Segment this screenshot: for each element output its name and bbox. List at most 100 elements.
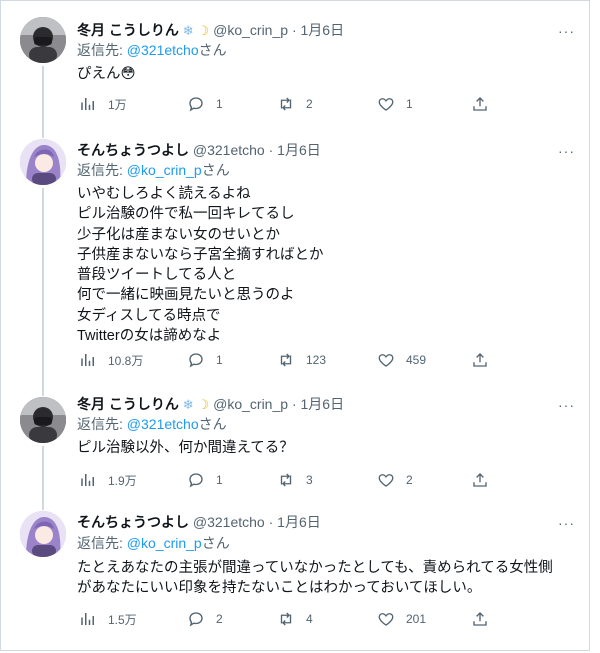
tweet-date[interactable]: 1月6日 bbox=[277, 514, 321, 530]
views-icon bbox=[81, 474, 94, 486]
tweet-header: そんちょうつよし @321etcho · 1月6日 bbox=[77, 514, 321, 530]
tweet-text: ピル治験以外、何か間違えてる？ bbox=[77, 438, 294, 458]
tweet-2[interactable]: そんちょうつよし @321etcho · 1月6日 ··· 返信先: @ko_c… bbox=[1, 122, 589, 382]
reply-mention-link[interactable]: @321etcho bbox=[127, 42, 199, 58]
tweet-line: ぴえん😳 bbox=[77, 66, 136, 82]
tweet-date[interactable]: 1月6日 bbox=[301, 396, 345, 412]
retweet-button[interactable]: 4 bbox=[277, 609, 313, 629]
user-handle[interactable]: @321etcho bbox=[193, 142, 265, 158]
avatar[interactable] bbox=[20, 17, 66, 63]
views-button[interactable]: 1万 bbox=[79, 94, 127, 114]
avatar[interactable] bbox=[20, 139, 66, 185]
tweet-1[interactable]: 冬月 こうしりん ❄ ☽ @ko_crin_p · 1月6日 ··· 返信先: … bbox=[1, 0, 589, 124]
more-options-icon[interactable]: ··· bbox=[558, 398, 575, 412]
thread-line bbox=[42, 122, 44, 138]
retweet-count: 3 bbox=[306, 473, 313, 487]
reply-count: 1 bbox=[216, 353, 223, 367]
tweet-line: Twitterの女は諦めなよ bbox=[77, 328, 222, 345]
tweet-date[interactable]: 1月6日 bbox=[301, 22, 345, 38]
tweet-3[interactable]: 冬月 こうしりん ❄ ☽ @ko_crin_p · 1月6日 ··· 返信先: … bbox=[1, 380, 589, 502]
moon-icon: ☽ bbox=[197, 398, 210, 413]
retweet-count: 2 bbox=[306, 97, 313, 111]
share-icon bbox=[473, 473, 487, 487]
views-icon bbox=[81, 613, 94, 625]
more-options-icon[interactable]: ··· bbox=[558, 24, 575, 38]
tweet-date[interactable]: 1月6日 bbox=[277, 142, 321, 158]
more-options-icon[interactable]: ··· bbox=[558, 144, 575, 158]
reply-button[interactable]: 1 bbox=[187, 94, 223, 114]
tweet-4[interactable]: そんちょうつよし @321etcho · 1月6日 ··· 返信先: @ko_c… bbox=[1, 500, 589, 650]
action-bar: 1.9万 1 3 2 bbox=[79, 470, 499, 490]
share-icon bbox=[473, 612, 487, 626]
display-name[interactable]: そんちょうつよし bbox=[77, 142, 189, 158]
heart-icon bbox=[378, 613, 394, 626]
heart-icon bbox=[378, 98, 394, 111]
tweet-line: 女ディスしてる時点で bbox=[77, 307, 221, 324]
reply-button[interactable]: 1 bbox=[187, 470, 223, 490]
retweet-count: 4 bbox=[306, 612, 313, 626]
reply-button[interactable]: 2 bbox=[187, 609, 223, 629]
avatar[interactable] bbox=[20, 511, 66, 557]
views-button[interactable]: 1.9万 bbox=[79, 470, 137, 490]
reply-mention-link[interactable]: @321etcho bbox=[127, 416, 199, 432]
user-handle[interactable]: @ko_crin_p bbox=[213, 22, 288, 38]
heart-icon bbox=[378, 474, 394, 487]
reply-button[interactable]: 1 bbox=[187, 350, 223, 370]
views-button[interactable]: 1.5万 bbox=[79, 609, 137, 629]
user-handle[interactable]: @321etcho bbox=[193, 514, 265, 530]
views-count: 1万 bbox=[108, 97, 127, 112]
tweet-line: たとえあなたの主張が間違っていなかったとしても、責められてる女性側 bbox=[77, 560, 553, 576]
thread-line bbox=[42, 188, 44, 382]
avatar[interactable] bbox=[20, 397, 66, 443]
tweet-text: たとえあなたの主張が間違っていなかったとしても、責められてる女性側 があなたにい… bbox=[77, 558, 553, 599]
thread-line bbox=[42, 66, 44, 124]
action-bar: 1.5万 2 4 201 bbox=[79, 609, 499, 629]
share-button[interactable] bbox=[471, 350, 489, 370]
like-count: 2 bbox=[406, 473, 413, 487]
retweet-icon bbox=[280, 473, 292, 487]
display-name[interactable]: そんちょうつよし bbox=[77, 514, 189, 530]
share-button[interactable] bbox=[471, 609, 489, 629]
tweet-header: そんちょうつよし @321etcho · 1月6日 bbox=[77, 142, 321, 158]
tweet-line: 少子化は産まない女のせいとか bbox=[77, 226, 280, 243]
share-button[interactable] bbox=[471, 470, 489, 490]
like-button[interactable]: 201 bbox=[377, 609, 426, 629]
reply-context: 返信先: @ko_crin_pさん bbox=[77, 535, 230, 551]
like-button[interactable]: 1 bbox=[377, 94, 413, 114]
reply-icon bbox=[189, 353, 203, 368]
like-button[interactable]: 2 bbox=[377, 470, 413, 490]
tweet-line: ピル治験以外、何か間違えてる？ bbox=[77, 440, 294, 456]
reply-mention-link[interactable]: @ko_crin_p bbox=[127, 162, 202, 178]
views-count: 10.8万 bbox=[108, 353, 144, 368]
like-button[interactable]: 459 bbox=[377, 350, 426, 370]
reply-icon bbox=[189, 612, 203, 627]
share-icon bbox=[473, 353, 487, 367]
views-count: 1.5万 bbox=[108, 612, 137, 627]
like-count: 1 bbox=[406, 97, 413, 111]
tweet-line: 普段ツイートしてる人と bbox=[77, 267, 237, 284]
share-button[interactable] bbox=[471, 94, 489, 114]
tweet-text: いやむしろよく読えるよね ピル治験の件で私一回キレてるし 少子化は産まない女のせ… bbox=[77, 184, 324, 346]
reply-icon bbox=[189, 97, 203, 112]
display-name[interactable]: 冬月 こうしりん bbox=[77, 396, 179, 412]
action-bar: 1万 1 2 1 bbox=[79, 94, 499, 114]
moon-icon: ☽ bbox=[197, 24, 210, 39]
tweet-line: ピル治験の件で私一回キレてるし bbox=[77, 206, 295, 223]
action-bar: 10.8万 1 123 459 bbox=[79, 350, 499, 370]
views-button[interactable]: 10.8万 bbox=[79, 350, 143, 370]
reply-context: 返信先: @321etchoさん bbox=[77, 42, 227, 58]
display-name[interactable]: 冬月 こうしりん bbox=[77, 22, 179, 38]
reply-icon bbox=[189, 473, 203, 488]
retweet-button[interactable]: 2 bbox=[277, 94, 313, 114]
views-icon bbox=[81, 98, 94, 110]
retweet-button[interactable]: 123 bbox=[277, 350, 326, 370]
snowflake-icon: ❄ bbox=[182, 398, 194, 413]
thread-line bbox=[42, 380, 44, 396]
retweet-button[interactable]: 3 bbox=[277, 470, 313, 490]
reply-count: 2 bbox=[216, 612, 223, 626]
more-options-icon[interactable]: ··· bbox=[558, 516, 575, 530]
reply-mention-link[interactable]: @ko_crin_p bbox=[127, 535, 202, 551]
reply-count: 1 bbox=[216, 97, 223, 111]
user-handle[interactable]: @ko_crin_p bbox=[213, 396, 288, 412]
tweet-text: ぴえん😳 bbox=[77, 64, 136, 84]
